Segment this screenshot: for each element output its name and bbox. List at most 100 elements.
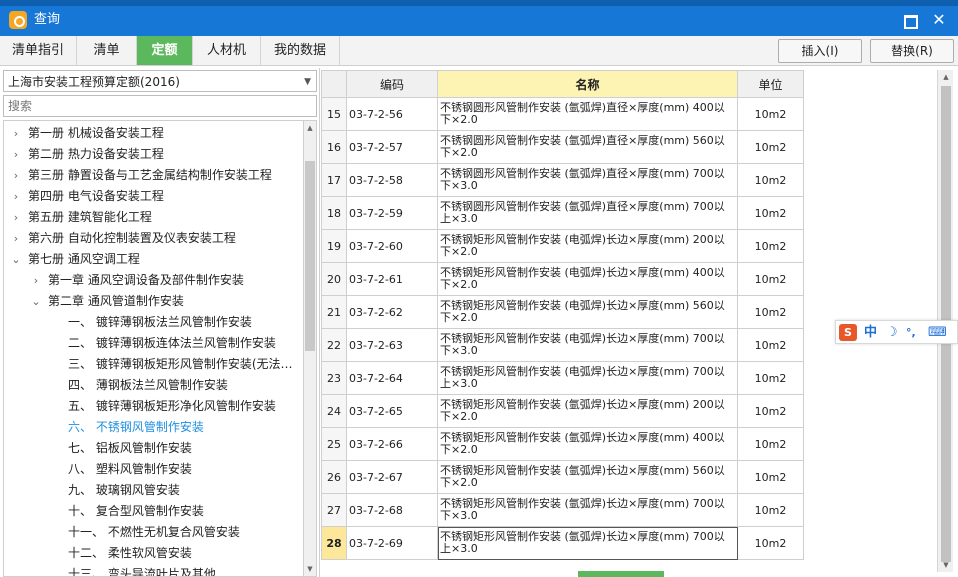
code-cell[interactable]: 03-7-2-59 xyxy=(346,196,438,230)
unit-cell[interactable]: 10m2 xyxy=(737,394,804,428)
tree-item[interactable]: › 第五册 建筑智能化工程 xyxy=(4,207,303,228)
name-cell[interactable]: 不锈钢圆形风管制作安装 (氩弧焊)直径×厚度(mm) 400以下×2.0 xyxy=(437,97,738,131)
table-row[interactable]: 28 03-7-2-69 不锈钢矩形风管制作安装 (氩弧焊)长边×厚度(mm) 70… xyxy=(321,526,804,560)
unit-cell[interactable]: 10m2 xyxy=(737,361,804,395)
search-input[interactable] xyxy=(3,95,317,117)
chevron-right-icon[interactable]: › xyxy=(30,270,42,291)
tree-item[interactable]: 二、 镀锌薄钢板连体法兰风管制作安装 xyxy=(4,333,303,354)
name-column-header[interactable]: 名称 xyxy=(437,70,738,98)
quota-set-select[interactable]: 上海市安装工程预算定额(2016) ▼ xyxy=(3,70,317,92)
unit-cell[interactable]: 10m2 xyxy=(737,526,804,560)
keyboard-icon[interactable]: ⌨ xyxy=(928,323,947,342)
table-row[interactable]: 16 03-7-2-57 不锈钢圆形风管制作安装 (氩弧焊)直径×厚度(mm) 56… xyxy=(321,130,804,164)
unit-cell[interactable]: 10m2 xyxy=(737,229,804,263)
grid-scroll-down-icon[interactable]: ▼ xyxy=(940,558,952,572)
code-cell[interactable]: 03-7-2-69 xyxy=(346,526,438,560)
code-cell[interactable]: 03-7-2-58 xyxy=(346,163,438,197)
punctuation-icon[interactable]: °, xyxy=(906,323,916,342)
row-number-cell[interactable]: 18 xyxy=(321,196,347,230)
unit-cell[interactable]: 10m2 xyxy=(737,427,804,461)
row-number-cell[interactable]: 17 xyxy=(321,163,347,197)
row-number-cell[interactable]: 24 xyxy=(321,394,347,428)
tree-item[interactable]: › 第一章 通风空调设备及部件制作安装 xyxy=(4,270,303,291)
tree-item[interactable]: › 第四册 电气设备安装工程 xyxy=(4,186,303,207)
tree-item[interactable]: 九、 玻璃钢风管安装 xyxy=(4,480,303,501)
table-row[interactable]: 26 03-7-2-67 不锈钢矩形风管制作安装 (氩弧焊)长边×厚度(mm) 56… xyxy=(321,460,804,494)
tab-bill-guide[interactable]: 清单指引 xyxy=(0,36,77,65)
code-cell[interactable]: 03-7-2-66 xyxy=(346,427,438,461)
table-row[interactable]: 25 03-7-2-66 不锈钢矩形风管制作安装 (氩弧焊)长边×厚度(mm) 40… xyxy=(321,427,804,461)
code-column-header[interactable]: 编码 xyxy=(346,70,438,98)
tree-scrollbar-thumb[interactable] xyxy=(305,161,315,351)
row-number-cell[interactable]: 19 xyxy=(321,229,347,263)
tab-bill[interactable]: 清单 xyxy=(77,36,137,65)
row-number-cell[interactable]: 20 xyxy=(321,262,347,296)
tree-item[interactable]: › 第六册 自动化控制装置及仪表安装工程 xyxy=(4,228,303,249)
table-row[interactable]: 23 03-7-2-64 不锈钢矩形风管制作安装 (电弧焊)长边×厚度(mm) 70… xyxy=(321,361,804,395)
name-cell[interactable]: 不锈钢圆形风管制作安装 (氩弧焊)直径×厚度(mm) 560以下×2.0 xyxy=(437,130,738,164)
tree-item[interactable]: 三、 镀锌薄钢板矩形风管制作安装(无法… xyxy=(4,354,303,375)
name-cell[interactable]: 不锈钢矩形风管制作安装 (电弧焊)长边×厚度(mm) 560以下×2.0 xyxy=(437,295,738,329)
code-cell[interactable]: 03-7-2-64 xyxy=(346,361,438,395)
chevron-down-icon[interactable]: ⌄ xyxy=(30,291,42,312)
code-cell[interactable]: 03-7-2-63 xyxy=(346,328,438,362)
name-cell[interactable]: 不锈钢矩形风管制作安装 (氩弧焊)长边×厚度(mm) 200以下×2.0 xyxy=(437,394,738,428)
chevron-down-icon[interactable]: ⌄ xyxy=(10,249,22,270)
code-cell[interactable]: 03-7-2-60 xyxy=(346,229,438,263)
tree-item[interactable]: ⌄ 第二章 通风管道制作安装 xyxy=(4,291,303,312)
row-number-cell[interactable]: 28 xyxy=(321,526,347,560)
tree-item[interactable]: 一、 镀锌薄钢板法兰风管制作安装 xyxy=(4,312,303,333)
replace-button[interactable]: 替换(R) xyxy=(870,39,954,63)
unit-cell[interactable]: 10m2 xyxy=(737,130,804,164)
tree-item[interactable]: 七、 铝板风管制作安装 xyxy=(4,438,303,459)
row-number-cell[interactable]: 15 xyxy=(321,97,347,131)
tree-item[interactable]: ⌄ 第七册 通风空调工程 xyxy=(4,249,303,270)
tree-item[interactable]: 五、 镀锌薄钢板矩形净化风管制作安装 xyxy=(4,396,303,417)
ime-logo-icon[interactable]: S xyxy=(839,324,857,341)
table-row[interactable]: 21 03-7-2-62 不锈钢矩形风管制作安装 (电弧焊)长边×厚度(mm) 56… xyxy=(321,295,804,329)
table-row[interactable]: 19 03-7-2-60 不锈钢矩形风管制作安装 (电弧焊)长边×厚度(mm) 20… xyxy=(321,229,804,263)
code-cell[interactable]: 03-7-2-57 xyxy=(346,130,438,164)
name-cell[interactable]: 不锈钢矩形风管制作安装 (氩弧焊)长边×厚度(mm) 700以上×3.0 xyxy=(437,526,738,560)
moon-icon[interactable]: ☽ xyxy=(886,323,898,342)
table-row[interactable]: 22 03-7-2-63 不锈钢矩形风管制作安装 (电弧焊)长边×厚度(mm) 70… xyxy=(321,328,804,362)
row-number-cell[interactable]: 27 xyxy=(321,493,347,527)
tree-item[interactable]: › 第一册 机械设备安装工程 xyxy=(4,123,303,144)
tree-item[interactable]: 十、 复合型风管制作安装 xyxy=(4,501,303,522)
unit-column-header[interactable]: 单位 xyxy=(737,70,804,98)
table-row[interactable]: 24 03-7-2-65 不锈钢矩形风管制作安装 (氩弧焊)长边×厚度(mm) 20… xyxy=(321,394,804,428)
close-icon[interactable]: ✕ xyxy=(928,10,950,30)
tree-item[interactable]: 四、 薄钢板法兰风管制作安装 xyxy=(4,375,303,396)
tree-item[interactable]: › 第三册 静置设备与工艺金属结构制作安装工程 xyxy=(4,165,303,186)
name-cell[interactable]: 不锈钢矩形风管制作安装 (电弧焊)长边×厚度(mm) 700以上×3.0 xyxy=(437,361,738,395)
chevron-down-icon[interactable]: ▼ xyxy=(304,74,311,90)
name-cell[interactable]: 不锈钢矩形风管制作安装 (氩弧焊)长边×厚度(mm) 400以下×2.0 xyxy=(437,427,738,461)
grid-scroll-up-icon[interactable]: ▲ xyxy=(940,70,952,84)
chevron-right-icon[interactable]: › xyxy=(10,228,22,249)
unit-cell[interactable]: 10m2 xyxy=(737,97,804,131)
ime-toolbar[interactable]: S 中 ☽ °, ⌨ xyxy=(835,320,958,344)
table-row[interactable]: 17 03-7-2-58 不锈钢圆形风管制作安装 (氩弧焊)直径×厚度(mm) 70… xyxy=(321,163,804,197)
chevron-right-icon[interactable]: › xyxy=(10,123,22,144)
code-cell[interactable]: 03-7-2-56 xyxy=(346,97,438,131)
tree-scrollbar[interactable]: ▲ ▼ xyxy=(303,120,317,577)
name-cell[interactable]: 不锈钢矩形风管制作安装 (电弧焊)长边×厚度(mm) 700以下×3.0 xyxy=(437,328,738,362)
row-number-cell[interactable]: 23 xyxy=(321,361,347,395)
unit-cell[interactable]: 10m2 xyxy=(737,163,804,197)
insert-button[interactable]: 插入(I) xyxy=(778,39,862,63)
unit-cell[interactable]: 10m2 xyxy=(737,493,804,527)
unit-cell[interactable]: 10m2 xyxy=(737,262,804,296)
row-number-cell[interactable]: 26 xyxy=(321,460,347,494)
name-cell[interactable]: 不锈钢矩形风管制作安装 (氩弧焊)长边×厚度(mm) 560以下×2.0 xyxy=(437,460,738,494)
tab-my-data[interactable]: 我的数据 xyxy=(261,36,340,65)
row-number-cell[interactable]: 22 xyxy=(321,328,347,362)
table-row[interactable]: 18 03-7-2-59 不锈钢圆形风管制作安装 (氩弧焊)直径×厚度(mm) 70… xyxy=(321,196,804,230)
tree-item[interactable]: 八、 塑料风管制作安装 xyxy=(4,459,303,480)
ime-mode-chinese[interactable]: 中 xyxy=(864,323,877,342)
tree-item[interactable]: 十三、 弯头导流叶片及其他 xyxy=(4,564,303,576)
code-cell[interactable]: 03-7-2-65 xyxy=(346,394,438,428)
tree-item[interactable]: 十二、 柔性软风管安装 xyxy=(4,543,303,564)
chevron-right-icon[interactable]: › xyxy=(10,165,22,186)
tree-item[interactable]: › 第二册 热力设备安装工程 xyxy=(4,144,303,165)
unit-cell[interactable]: 10m2 xyxy=(737,460,804,494)
